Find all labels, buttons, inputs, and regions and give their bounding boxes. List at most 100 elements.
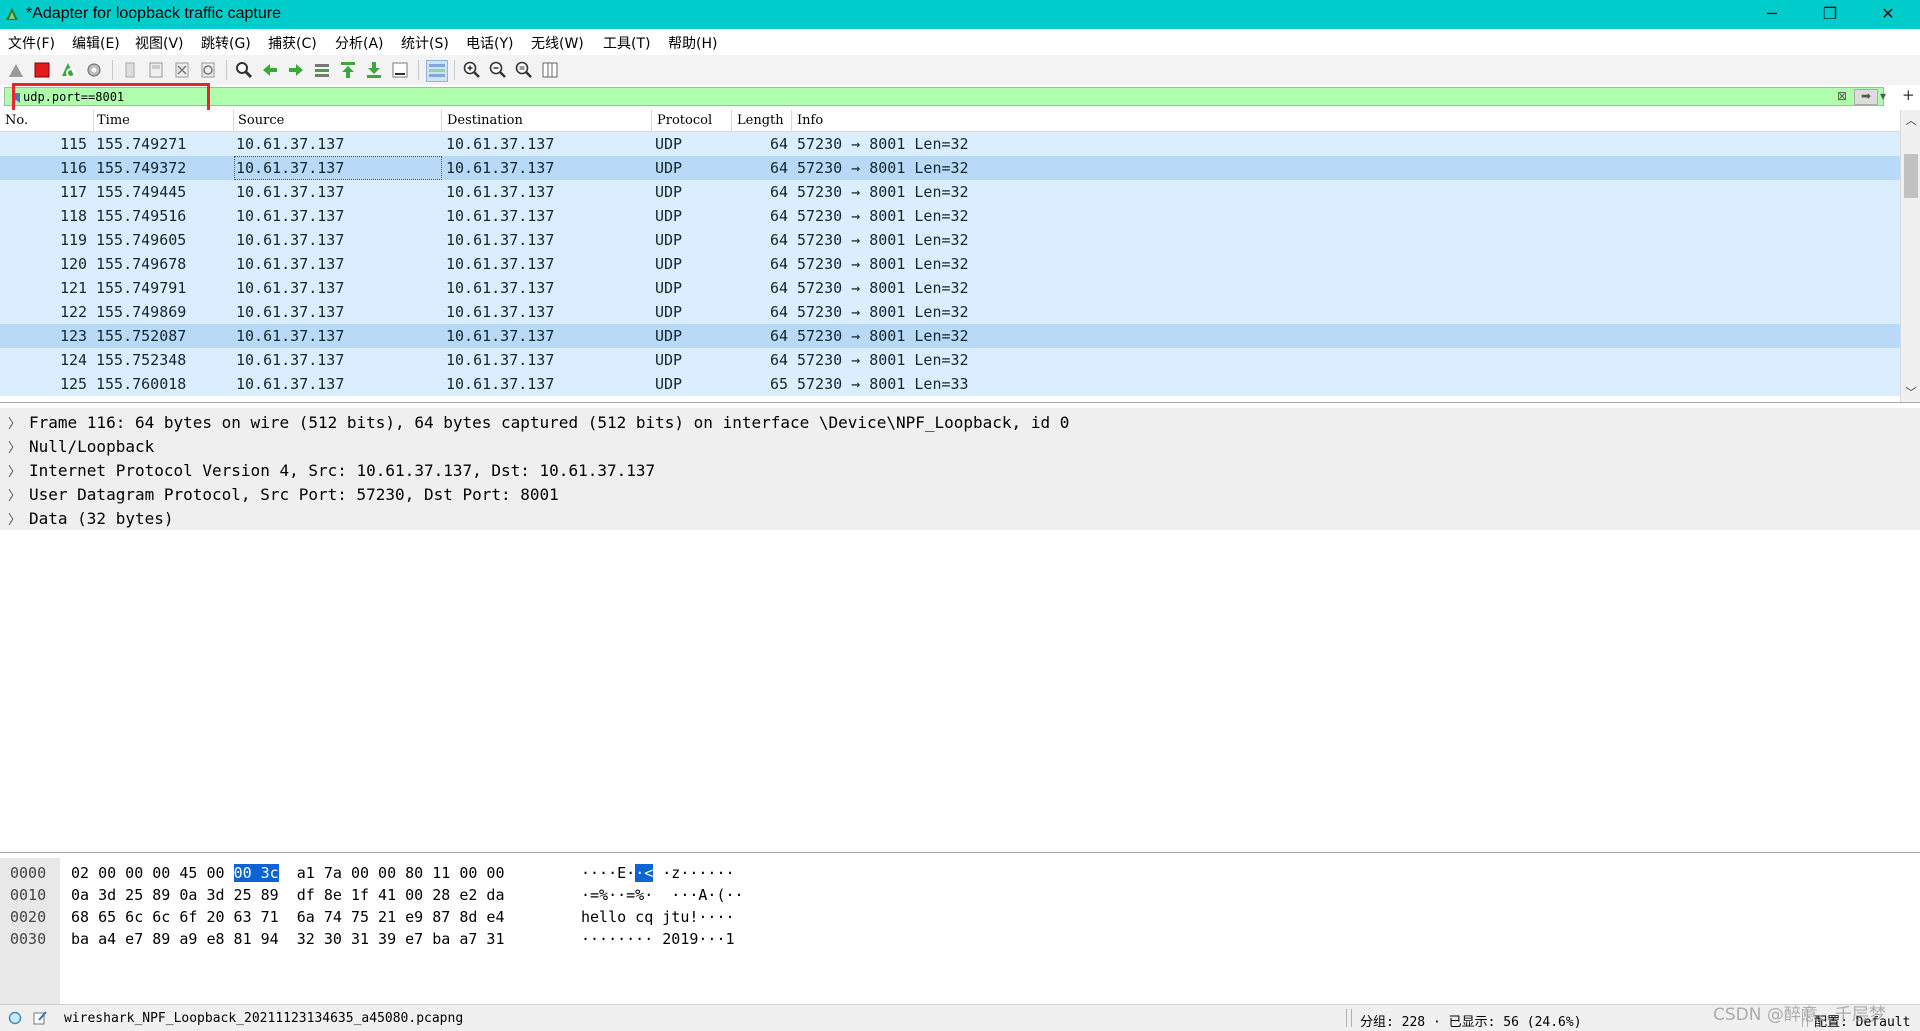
ascii-bytes: ·=%··=%· ···A·(·· xyxy=(581,886,744,904)
detail-row-udp[interactable]: 〉 User Datagram Protocol, Src Port: 5723… xyxy=(0,482,1920,506)
bytes-row[interactable]: 0030 ba a4 e7 89 a9 e8 81 94 32 30 31 39… xyxy=(0,928,1920,950)
menu-view[interactable]: 视图(V) xyxy=(135,33,184,53)
packet-row[interactable]: 124 155.752348 10.61.37.137 10.61.37.137… xyxy=(0,348,1900,372)
packet-length: 64 xyxy=(770,279,789,297)
column-divider[interactable] xyxy=(651,110,652,131)
column-header-source[interactable]: Source xyxy=(238,113,284,128)
apply-filter-icon[interactable]: ➡ xyxy=(1854,89,1878,105)
find-packet-icon[interactable] xyxy=(234,60,254,80)
menu-edit[interactable]: 编辑(E) xyxy=(72,33,120,53)
zoom-out-icon[interactable] xyxy=(488,60,508,80)
scroll-up-icon[interactable]: ︿ xyxy=(1901,112,1920,128)
close-button[interactable]: ✕ xyxy=(1859,0,1917,29)
watermark-text: CSDN @醉意、千层梦 xyxy=(1713,1005,1886,1025)
resize-columns-icon[interactable] xyxy=(540,60,560,80)
packet-row[interactable]: 119 155.749605 10.61.37.137 10.61.37.137… xyxy=(0,228,1900,252)
detail-text: User Datagram Protocol, Src Port: 57230,… xyxy=(29,485,559,504)
packet-protocol: UDP xyxy=(655,279,683,297)
column-header-no[interactable]: No. xyxy=(5,113,28,128)
restart-capture-icon[interactable] xyxy=(58,60,78,80)
annotation-highlight-box xyxy=(12,83,210,113)
zoom-normal-icon[interactable] xyxy=(514,60,534,80)
packet-row[interactable]: 125 155.760018 10.61.37.137 10.61.37.137… xyxy=(0,372,1900,396)
expand-arrow-icon[interactable]: 〉 xyxy=(8,461,21,480)
stop-capture-icon[interactable] xyxy=(32,60,52,80)
column-header-info[interactable]: Info xyxy=(797,113,823,128)
restore-button[interactable]: ❐ xyxy=(1801,0,1859,29)
packet-row[interactable]: 122 155.749869 10.61.37.137 10.61.37.137… xyxy=(0,300,1900,324)
filter-dropdown-icon[interactable]: ▾ xyxy=(1880,89,1886,103)
auto-scroll-icon[interactable] xyxy=(390,60,410,80)
reload-file-icon[interactable] xyxy=(198,60,218,80)
detail-row-data[interactable]: 〉 Data (32 bytes) xyxy=(0,506,1920,530)
bytes-row[interactable]: 0020 68 65 6c 6c 6f 20 63 71 6a 74 75 21… xyxy=(0,906,1920,928)
pane-splitter[interactable] xyxy=(0,852,1920,853)
go-forward-icon[interactable] xyxy=(286,60,306,80)
capture-options-icon[interactable] xyxy=(84,60,104,80)
expand-arrow-icon[interactable]: 〉 xyxy=(8,485,21,504)
ascii-highlighted: ·< xyxy=(635,864,654,882)
packet-row[interactable]: 121 155.749791 10.61.37.137 10.61.37.137… xyxy=(0,276,1900,300)
close-file-icon[interactable] xyxy=(172,60,192,80)
expand-arrow-icon[interactable]: 〉 xyxy=(8,413,21,432)
expert-info-icon[interactable] xyxy=(8,1011,22,1025)
column-divider[interactable] xyxy=(441,110,442,131)
column-header-length[interactable]: Length xyxy=(737,113,784,128)
minimize-button[interactable]: ─ xyxy=(1743,0,1801,29)
column-divider[interactable] xyxy=(791,110,792,131)
menu-tools[interactable]: 工具(T) xyxy=(603,33,650,53)
column-divider[interactable] xyxy=(233,110,234,131)
detail-text: Frame 116: 64 bytes on wire (512 bits), … xyxy=(29,413,1070,432)
shark-fin-icon[interactable] xyxy=(6,60,26,80)
detail-row-loopback[interactable]: 〉 Null/Loopback xyxy=(0,434,1920,458)
byte-offset: 0010 xyxy=(10,886,47,904)
column-divider[interactable] xyxy=(93,110,94,131)
bytes-row[interactable]: 0010 0a 3d 25 89 0a 3d 25 89 df 8e 1f 41… xyxy=(0,884,1920,906)
menu-telephony[interactable]: 电话(Y) xyxy=(466,33,513,53)
pane-splitter[interactable] xyxy=(0,402,1920,403)
packet-row-selected[interactable]: 116 155.749372 10.61.37.137 10.61.37.137… xyxy=(0,156,1900,180)
packet-row[interactable]: 117 155.749445 10.61.37.137 10.61.37.137… xyxy=(0,180,1900,204)
detail-row-frame[interactable]: 〉 Frame 116: 64 bytes on wire (512 bits)… xyxy=(0,410,1920,434)
go-back-icon[interactable] xyxy=(260,60,280,80)
add-filter-button-icon[interactable]: + xyxy=(1902,86,1915,104)
menu-help[interactable]: 帮助(H) xyxy=(668,33,717,53)
column-header-destination[interactable]: Destination xyxy=(447,113,523,128)
packet-source: 10.61.37.137 xyxy=(236,279,345,297)
go-first-icon[interactable] xyxy=(338,60,358,80)
open-file-icon[interactable] xyxy=(120,60,140,80)
menu-capture[interactable]: 捕获(C) xyxy=(268,33,317,53)
packet-list-scrollbar[interactable]: ︿ ﹀ xyxy=(1900,110,1920,402)
packet-row[interactable]: 123 155.752087 10.61.37.137 10.61.37.137… xyxy=(0,324,1900,348)
clear-filter-icon[interactable]: ⊠ xyxy=(1837,89,1847,103)
scroll-down-icon[interactable]: ﹀ xyxy=(1901,384,1920,400)
zoom-in-icon[interactable] xyxy=(462,60,482,80)
bytes-row[interactable]: 0000 02 00 00 00 45 00 00 3c a1 7a 00 00… xyxy=(0,862,1920,884)
column-header-protocol[interactable]: Protocol xyxy=(657,113,712,128)
packet-row[interactable]: 120 155.749678 10.61.37.137 10.61.37.137… xyxy=(0,252,1900,276)
menu-file[interactable]: 文件(F) xyxy=(8,33,55,53)
packet-time: 155.749869 xyxy=(96,303,187,321)
packet-time: 155.749678 xyxy=(96,255,187,273)
menu-statistics[interactable]: 统计(S) xyxy=(401,33,449,53)
expand-arrow-icon[interactable]: 〉 xyxy=(8,509,21,528)
display-filter-input[interactable]: udp.port==8001 xyxy=(4,87,1884,106)
expand-arrow-icon[interactable]: 〉 xyxy=(8,437,21,456)
save-file-icon[interactable] xyxy=(146,60,166,80)
go-last-icon[interactable] xyxy=(364,60,384,80)
packet-time: 155.749445 xyxy=(96,183,187,201)
column-header-time[interactable]: Time xyxy=(97,113,130,128)
ascii-segment: ····E· xyxy=(581,864,636,882)
packet-protocol: UDP xyxy=(655,159,683,177)
detail-row-ipv4[interactable]: 〉 Internet Protocol Version 4, Src: 10.6… xyxy=(0,458,1920,482)
go-to-packet-icon[interactable] xyxy=(312,60,332,80)
menu-wireless[interactable]: 无线(W) xyxy=(531,33,584,53)
scrollbar-thumb[interactable] xyxy=(1904,154,1918,198)
menu-go[interactable]: 跳转(G) xyxy=(201,33,251,53)
edit-comment-icon[interactable] xyxy=(32,1010,48,1026)
column-divider[interactable] xyxy=(731,110,732,131)
packet-row[interactable]: 115 155.749271 10.61.37.137 10.61.37.137… xyxy=(0,132,1900,156)
menu-analyze[interactable]: 分析(A) xyxy=(335,33,384,53)
colorize-icon[interactable] xyxy=(426,60,448,82)
packet-row[interactable]: 118 155.749516 10.61.37.137 10.61.37.137… xyxy=(0,204,1900,228)
